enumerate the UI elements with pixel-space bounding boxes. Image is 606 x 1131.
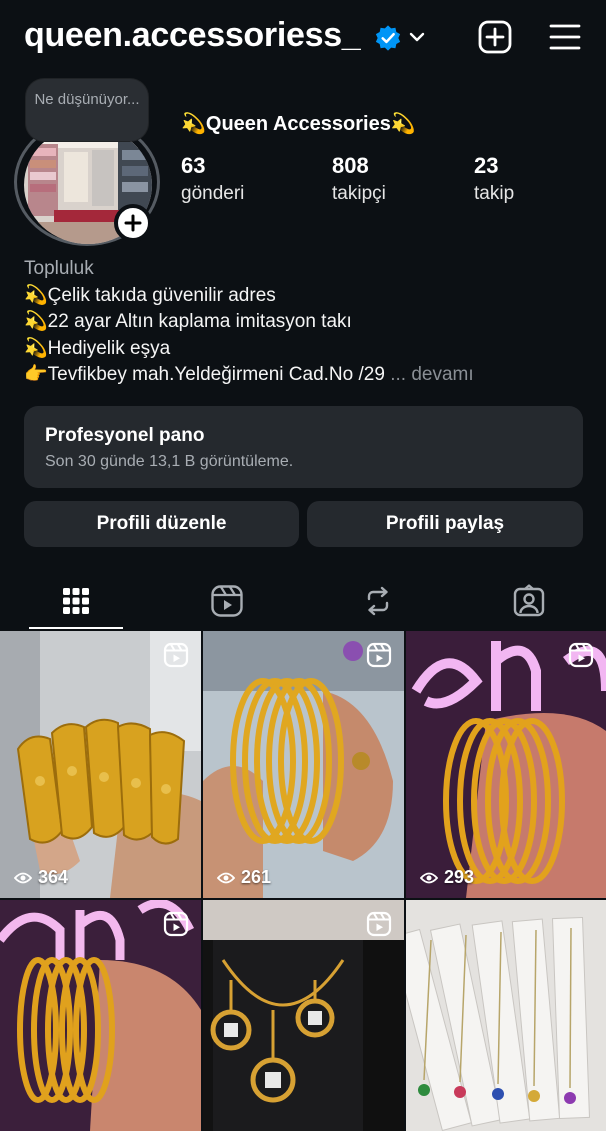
dashboard-title: Profesyonel pano bbox=[45, 425, 205, 446]
reel-badge-icon bbox=[568, 642, 594, 668]
grid-post[interactable]: 293 bbox=[406, 631, 606, 898]
chevron-down-icon[interactable] bbox=[406, 26, 428, 48]
eye-icon bbox=[420, 872, 438, 883]
stat-following[interactable]: 23 takip bbox=[474, 153, 514, 205]
bio-line: 💫Hediyelik eşya bbox=[24, 337, 171, 359]
grid-post[interactable]: 261 bbox=[203, 631, 404, 898]
bio: Topluluk 💫Çelik takıda güvenilir adres 💫… bbox=[24, 256, 594, 389]
view-count: 261 bbox=[217, 867, 271, 888]
bio-line-last: 👉Tevfikbey mah.Yeldeğirmeni Cad.No /29 .… bbox=[24, 362, 594, 389]
eye-icon bbox=[14, 872, 32, 883]
view-count-value: 364 bbox=[38, 867, 69, 887]
reel-badge-icon bbox=[366, 642, 392, 668]
grid-post[interactable]: 364 bbox=[0, 631, 201, 898]
bio-line: 💫Çelik takıda güvenilir adres bbox=[24, 284, 276, 306]
create-post-icon[interactable] bbox=[477, 19, 513, 55]
view-count: 364 bbox=[14, 867, 68, 888]
post-thumbnail-image bbox=[406, 631, 606, 898]
display-name: 💫Queen Accessories💫 bbox=[181, 113, 416, 135]
professional-dashboard[interactable]: Profesyonel pano Son 30 günde 13,1 B gör… bbox=[24, 406, 583, 488]
grid-post[interactable] bbox=[203, 900, 404, 1131]
post-thumbnail-image bbox=[0, 631, 201, 898]
edit-profile-button[interactable]: Profili düzenle bbox=[24, 501, 299, 547]
tab-reposts[interactable] bbox=[302, 572, 453, 630]
bio-category: Topluluk bbox=[24, 258, 94, 279]
profile-tabs bbox=[0, 572, 606, 630]
stat-label: takipçi bbox=[332, 183, 386, 204]
stat-value: 23 bbox=[474, 153, 499, 178]
tab-reels[interactable] bbox=[151, 572, 302, 630]
eye-icon bbox=[217, 872, 235, 883]
grid-post[interactable] bbox=[406, 900, 606, 1131]
tagged-person-icon bbox=[513, 584, 544, 617]
view-count: 293 bbox=[420, 867, 474, 888]
reels-icon bbox=[210, 585, 243, 617]
share-profile-button[interactable]: Profili paylaş bbox=[307, 501, 583, 547]
reel-badge-icon bbox=[163, 911, 189, 937]
post-thumbnail-image bbox=[406, 900, 606, 1131]
username[interactable]: queen.accessoriess_ bbox=[24, 16, 361, 55]
stat-label: takip bbox=[474, 183, 515, 204]
note-bubble[interactable]: Ne düşünüyor... bbox=[26, 79, 148, 141]
dashboard-subtitle: Son 30 günde 13,1 B görüntüleme. bbox=[45, 453, 294, 470]
view-count-value: 261 bbox=[241, 867, 272, 887]
grid-post[interactable] bbox=[0, 900, 201, 1131]
stat-label: gönderi bbox=[181, 183, 245, 204]
tab-tagged[interactable] bbox=[453, 572, 604, 630]
grid-icon bbox=[62, 588, 89, 614]
bio-line: 💫22 ayar Altın kaplama imitasyon takı bbox=[24, 311, 352, 332]
view-count-value: 293 bbox=[444, 867, 475, 887]
stat-followers[interactable]: 808 takipçi bbox=[332, 153, 386, 205]
hamburger-menu-icon[interactable] bbox=[548, 20, 582, 54]
stat-posts[interactable]: 63 gönderi bbox=[181, 153, 244, 205]
bio-more-link[interactable]: ... devamı bbox=[390, 364, 473, 385]
verified-badge-icon bbox=[375, 25, 401, 51]
active-tab-indicator bbox=[29, 627, 123, 629]
plus-icon bbox=[124, 214, 142, 232]
add-story-button[interactable] bbox=[114, 204, 152, 242]
stat-value: 808 bbox=[332, 153, 369, 178]
top-bar: queen.accessoriess_ bbox=[0, 0, 606, 80]
bio-line: 👉Tevfikbey mah.Yeldeğirmeni Cad.No /29 bbox=[24, 364, 385, 385]
reel-badge-icon bbox=[366, 911, 392, 937]
repost-icon bbox=[367, 586, 388, 616]
tab-grid[interactable] bbox=[0, 572, 151, 630]
stat-value: 63 bbox=[181, 153, 206, 178]
post-thumbnail-image bbox=[203, 631, 404, 898]
reel-badge-icon bbox=[163, 642, 189, 668]
